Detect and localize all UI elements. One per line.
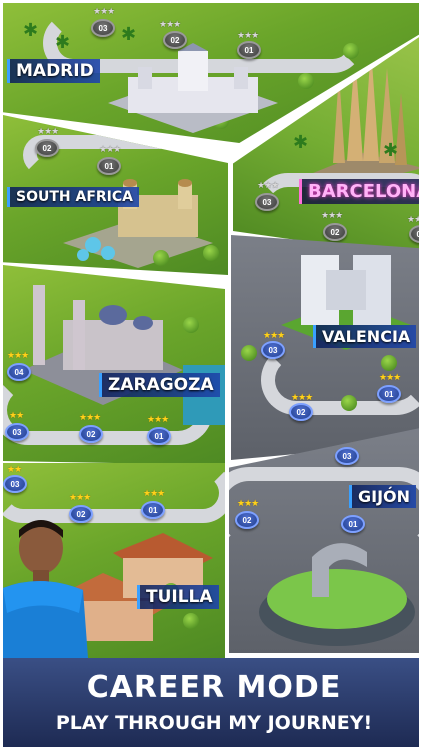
city-label-zaragoza: ZARAGOZA	[99, 373, 220, 397]
stars-barcelona-next: ★★	[407, 214, 422, 224]
stars-madrid-02: ★★★	[159, 19, 181, 29]
palm-tree-icon: ✱	[55, 32, 71, 52]
tree-icon	[153, 250, 169, 266]
stars-zaragoza-01: ★★★	[147, 414, 169, 424]
banner-title: CAREER MODE	[86, 670, 342, 705]
level-node-zaragoza-02[interactable]: 02	[79, 425, 103, 443]
tree-icon	[203, 245, 219, 261]
tree-icon	[183, 613, 199, 629]
level-node-madrid-02[interactable]: 02	[163, 31, 187, 49]
level-node-gijon-01[interactable]: 01	[341, 515, 365, 533]
level-node-south-africa-01[interactable]: 01	[97, 157, 121, 175]
level-node-zaragoza-03[interactable]: 03	[5, 423, 29, 441]
level-node-zaragoza-04[interactable]: 04	[7, 363, 31, 381]
stars-zaragoza-03: ★★	[9, 410, 24, 420]
stars-south-africa-01: ★★★	[99, 144, 121, 154]
level-node-gijon-03[interactable]: 03	[335, 447, 359, 465]
stars-madrid-03: ★★★	[93, 6, 115, 16]
level-node-madrid-01[interactable]: 01	[237, 41, 261, 59]
palm-tree-icon: ✱	[121, 24, 137, 44]
stars-barcelona-02: ★★★	[321, 210, 343, 220]
tree-icon	[241, 345, 257, 361]
stars-valencia-03: ★★★	[263, 330, 285, 340]
level-node-barcelona-02[interactable]: 02	[323, 223, 347, 241]
stars-tuilla-02: ★★★	[69, 492, 91, 502]
stars-valencia-01: ★★★	[379, 372, 401, 382]
palm-tree-icon: ✱	[383, 140, 399, 160]
level-node-south-africa-02[interactable]: 02	[35, 139, 59, 157]
palm-tree-icon: ✱	[293, 132, 309, 152]
tree-icon	[381, 355, 397, 371]
panel-gijon[interactable]: ★★★ 03 ★★★ 02 01 GIJÓN	[229, 427, 419, 653]
stars-south-africa-02: ★★★	[37, 126, 59, 136]
elogio-del-horizonte-sculpture	[259, 543, 415, 646]
stars-tuilla-03: ★★	[7, 464, 22, 474]
level-node-valencia-01[interactable]: 01	[377, 385, 401, 403]
stars-zaragoza-02: ★★★	[79, 412, 101, 422]
career-map: ✱ ✱ ✱ ★★★ 03 ★★★ 02 ★★★ 01 MADRID ✱ ✱ ★★…	[0, 0, 422, 750]
palm-tree-icon: ✱	[23, 20, 39, 40]
city-label-tuilla: TUILLA	[137, 585, 219, 609]
level-node-zaragoza-01[interactable]: 01	[147, 427, 171, 445]
level-node-tuilla-03[interactable]: 03	[3, 475, 27, 493]
tree-icon	[343, 43, 359, 59]
panel-valencia[interactable]: ★★★ 03 ★★★ 02 ★★★ 01 VALENCIA	[231, 235, 419, 460]
stars-madrid-01: ★★★	[237, 30, 259, 40]
stars-valencia-02: ★★★	[291, 392, 313, 402]
level-node-tuilla-01[interactable]: 01	[141, 501, 165, 519]
tree-icon	[298, 73, 314, 89]
tree-icon	[341, 395, 357, 411]
panel-zaragoza[interactable]: ★★★ 04 ★★ 03 ★★★ 02 ★★★ 01 ZARAGOZA	[3, 265, 225, 465]
stars-gijon-02: ★★★	[237, 498, 259, 508]
city-label-madrid: MADRID	[7, 59, 100, 83]
city-label-barcelona: BARCELONA	[299, 179, 419, 204]
panel-south-africa[interactable]: ★★★ 02 ★★★ 01 SOUTH AFRICA	[3, 115, 228, 275]
city-label-south-africa: SOUTH AFRICA	[7, 187, 139, 207]
level-node-valencia-02[interactable]: 02	[289, 403, 313, 421]
city-label-gijon: GIJÓN	[349, 485, 417, 508]
stars-barcelona-03: ★★★	[257, 180, 279, 190]
stars-tuilla-01: ★★★	[143, 488, 165, 498]
level-node-gijon-02[interactable]: 02	[235, 511, 259, 529]
level-node-valencia-03[interactable]: 03	[261, 341, 285, 359]
level-node-madrid-03[interactable]: 03	[91, 19, 115, 37]
tree-icon	[183, 317, 199, 333]
level-node-barcelona-03[interactable]: 03	[255, 193, 279, 211]
career-mode-banner: CAREER MODE PLAY THROUGH MY JOURNEY!	[3, 658, 419, 747]
city-label-valencia: VALENCIA	[313, 325, 417, 348]
stars-zaragoza-04: ★★★	[7, 350, 29, 360]
banner-subtitle: PLAY THROUGH MY JOURNEY!	[55, 712, 373, 734]
